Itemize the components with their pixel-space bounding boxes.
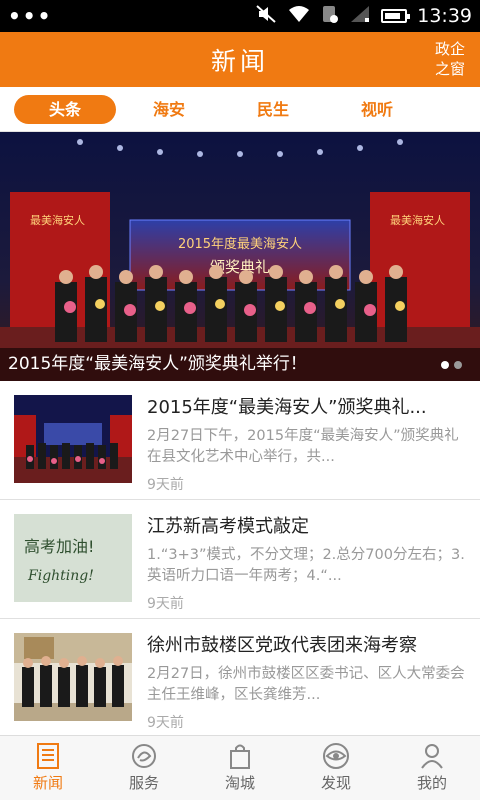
news-summary: 1.“3+3”模式，不分文理；2.总分700分左右；3.英语听力口语一年两考；4… [147,547,465,584]
banner-screen-title: 2015年度最美海安人 [178,236,302,252]
pager-dot [454,361,462,369]
app-header: 新闻 政企 之窗 [0,32,480,87]
notification-dots: ••• [8,4,53,28]
nav-label: 发现 [320,774,351,792]
news-title: 2015年度“最美海安人”颁奖典礼... [147,397,427,418]
nav-mine[interactable]: 我的 [384,736,480,800]
tab-haian[interactable]: 海安 [118,95,220,124]
news-summary: 2月27日，徐州市鼓楼区区委书记、区人大常委会主任王维峰，区长龚维芳... [147,666,465,703]
eye-icon [323,743,349,769]
thumb-handwriting-2: Fighting! [27,568,94,584]
banner-side-text-right: 最美海安人 [390,213,445,227]
mute-icon [255,4,277,29]
news-time: 9天前 [147,596,184,612]
news-thumbnail [14,633,132,721]
wifi-icon [287,4,311,29]
pager-dot-active [441,361,449,369]
nav-news[interactable]: 新闻 [0,736,96,800]
news-item[interactable]: 徐州市鼓楼区党政代表团来海考察 2月27日，徐州市鼓楼区区委书记、区人大常委会主… [0,619,480,738]
news-item[interactable]: 2015年度“最美海安人”颁奖典礼... 2月27日下午，2015年度“最美海安… [0,381,480,500]
gov-button-line2: 之窗 [434,60,465,78]
nav-discover[interactable]: 发现 [288,736,384,800]
news-thumbnail: 高考加油! Fighting! [14,514,132,602]
shopping-bag-icon [230,744,250,769]
bottom-nav: 新闻 服务 淘城 发现 我的 [0,735,480,800]
page-title: 新闻 [210,46,269,76]
banner-image: 最美海安人 最美海安人 2015年度最美海安人 颁奖典礼 [0,132,480,381]
gov-enterprise-window-button[interactable]: 政企 之窗 [430,39,470,79]
news-icon [37,743,59,769]
category-tabs: 头条 海安 民生 视听 [0,87,480,132]
nav-label: 服务 [128,774,159,792]
news-list: 2015年度“最美海安人”颁奖典礼... 2月27日下午，2015年度“最美海安… [0,381,480,738]
news-item[interactable]: 高考加油! Fighting! 江苏新高考模式敲定 1.“3+3”模式，不分文理… [0,500,480,619]
sim-icon [321,4,339,29]
tab-headlines[interactable]: 头条 [14,94,116,124]
tab-audiovisual[interactable]: 视听 [326,95,428,124]
banner-side-text-left: 最美海安人 [30,213,85,227]
nav-shop[interactable]: 淘城 [192,736,288,800]
user-icon [421,744,443,769]
news-title: 徐州市鼓楼区党政代表团来海考察 [147,635,417,656]
signal-icon [349,4,371,29]
clock: 13:39 [417,5,472,27]
service-icon [132,744,156,768]
gov-button-line1: 政企 [434,40,465,58]
tab-livelihood[interactable]: 民生 [222,95,324,124]
banner-pager [441,361,462,369]
news-summary: 2月27日下午，2015年度“最美海安人”颁奖典礼在县文化艺术中心举行，共... [147,428,459,465]
thumb-handwriting-1: 高考加油! [24,537,94,556]
banner-caption: 2015年度“最美海安人”颁奖典礼举行！ [0,348,480,381]
news-title: 江苏新高考模式敲定 [147,516,309,537]
nav-label: 我的 [416,774,447,792]
nav-service[interactable]: 服务 [96,736,192,800]
news-time: 9天前 [147,715,184,731]
featured-banner[interactable]: 最美海安人 最美海安人 2015年度最美海安人 颁奖典礼 2015年度“最美海安… [0,132,480,381]
battery-icon [381,9,411,23]
news-time: 9天前 [147,477,184,493]
status-bar: ••• 13:39 [0,0,480,32]
nav-label: 淘城 [224,774,255,792]
news-thumbnail [14,395,132,483]
nav-label: 新闻 [32,774,63,792]
